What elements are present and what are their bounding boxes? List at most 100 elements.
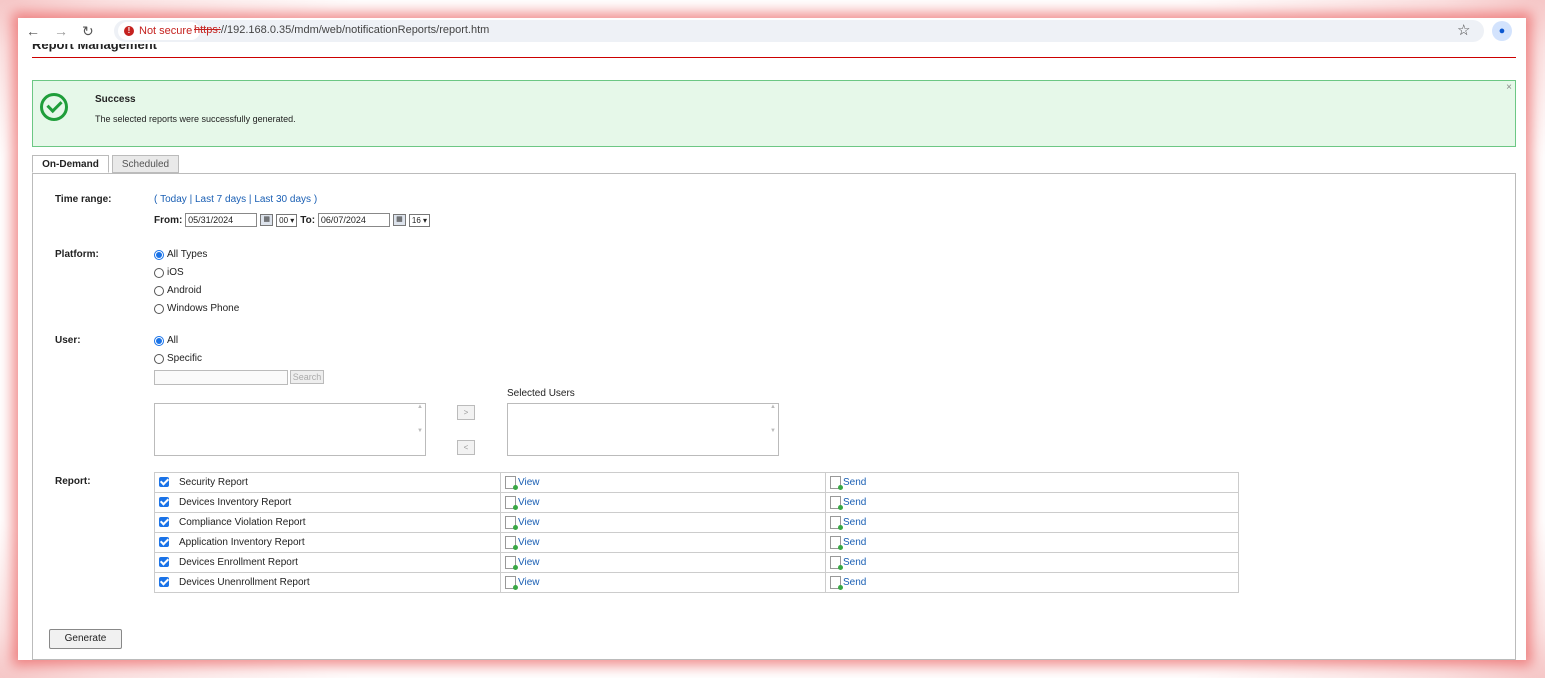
option-label: Windows Phone	[167, 303, 240, 314]
view-report-icon[interactable]	[505, 576, 518, 590]
table-row: Security Report View Send	[154, 472, 1239, 493]
warning-icon: !	[124, 26, 134, 36]
table-row: Devices Inventory Report View Send	[154, 492, 1239, 513]
view-report-icon[interactable]	[505, 556, 518, 570]
from-date-input[interactable]: 05/31/2024	[185, 213, 258, 227]
separator: |	[248, 194, 252, 205]
report-name: Devices Inventory Report	[179, 497, 292, 508]
to-hour-select[interactable]: 16 ▾	[408, 213, 431, 227]
scrollbar[interactable]: ▲ ▼	[768, 404, 778, 455]
send-link[interactable]: Send	[843, 497, 866, 508]
table-row: Compliance Violation Report View Send	[154, 512, 1239, 533]
radio-icon[interactable]	[154, 249, 164, 260]
view-report-icon[interactable]	[505, 476, 518, 490]
report-name-cell: Compliance Violation Report	[154, 512, 501, 533]
report-name: Devices Enrollment Report	[179, 557, 298, 568]
url-protocol: https:	[194, 24, 221, 36]
send-report-icon[interactable]	[830, 516, 843, 530]
url-path: //192.168.0.35/mdm/web/notificationRepor…	[220, 24, 490, 36]
date-range-row: From: 05/31/2024 ▦ 00 ▾ To: 06/07/2024 ▦…	[154, 213, 433, 227]
view-link[interactable]: View	[518, 517, 540, 528]
user-search-input[interactable]	[154, 370, 288, 385]
title-divider	[32, 57, 1516, 58]
profile-avatar-icon[interactable]: ●	[1492, 21, 1512, 41]
send-report-icon[interactable]	[830, 496, 843, 510]
report-checkbox[interactable]	[159, 477, 169, 488]
platform-option-all-types[interactable]: All Types	[154, 249, 207, 260]
last-7-days-link[interactable]: Last 7 days	[195, 194, 246, 205]
radio-icon[interactable]	[154, 267, 164, 278]
view-link[interactable]: View	[518, 477, 540, 488]
view-link[interactable]: View	[518, 577, 540, 588]
send-report-icon[interactable]	[830, 556, 843, 570]
report-checkbox[interactable]	[159, 577, 169, 588]
radio-icon[interactable]	[154, 303, 164, 314]
radio-icon[interactable]	[154, 285, 164, 296]
tab-scheduled[interactable]: Scheduled	[112, 155, 179, 173]
view-link[interactable]: View	[518, 497, 540, 508]
from-hour-select[interactable]: 00 ▾	[276, 213, 298, 227]
send-link[interactable]: Send	[843, 557, 866, 568]
user-option-all[interactable]: All	[154, 335, 178, 346]
selected-users-list[interactable]: ▲ ▼	[507, 403, 779, 456]
to-date-input[interactable]: 06/07/2024	[317, 213, 390, 227]
view-cell: View	[500, 472, 826, 493]
scrollbar[interactable]: ▲ ▼	[415, 404, 425, 455]
report-checkbox[interactable]	[159, 557, 169, 568]
platform-option-android[interactable]: Android	[154, 285, 201, 296]
search-button[interactable]: Search	[290, 370, 324, 384]
report-name-cell: Security Report	[154, 472, 501, 493]
forward-arrow-icon[interactable]: →	[54, 22, 68, 40]
tab-on-demand[interactable]: On-Demand	[32, 155, 109, 173]
view-report-icon[interactable]	[505, 496, 518, 510]
success-check-icon	[40, 93, 68, 121]
radio-icon[interactable]	[154, 335, 164, 346]
bookmark-star-icon[interactable]: ☆	[1457, 21, 1470, 39]
send-report-icon[interactable]	[830, 576, 843, 590]
send-link[interactable]: Send	[843, 517, 866, 528]
back-arrow-icon[interactable]: ←	[26, 22, 40, 40]
last-30-days-link[interactable]: Last 30 days	[254, 194, 311, 205]
table-row: Devices Enrollment Report View Send	[154, 552, 1239, 573]
generate-button[interactable]: Generate	[49, 629, 122, 649]
send-report-icon[interactable]	[830, 536, 843, 550]
send-link[interactable]: Send	[843, 537, 866, 548]
report-checkbox[interactable]	[159, 537, 169, 548]
to-label: To:	[300, 214, 316, 226]
report-name-cell: Devices Inventory Report	[154, 492, 501, 513]
report-checkbox[interactable]	[159, 517, 169, 528]
url-text[interactable]: https://192.168.0.35/mdm/web/notificatio…	[194, 24, 489, 36]
security-chip[interactable]: ! Not secure	[118, 22, 201, 40]
from-calendar-icon[interactable]: ▦	[260, 214, 274, 226]
view-report-icon[interactable]	[505, 536, 518, 550]
view-link[interactable]: View	[518, 537, 540, 548]
address-bar[interactable]: ! Not secure https://192.168.0.35/mdm/we…	[114, 20, 1484, 42]
to-calendar-icon[interactable]: ▦	[392, 214, 406, 226]
table-row: Devices Unenrollment Report View Send	[154, 572, 1239, 593]
send-link[interactable]: Send	[843, 577, 866, 588]
security-label: Not secure	[139, 25, 193, 37]
report-checkbox[interactable]	[159, 497, 169, 508]
reload-icon[interactable]: ↻	[82, 22, 94, 40]
available-users-list[interactable]: ▲ ▼	[154, 403, 426, 456]
add-user-button[interactable]: >	[457, 405, 475, 420]
view-report-icon[interactable]	[505, 516, 518, 530]
platform-option-windows-phone[interactable]: Windows Phone	[154, 303, 239, 314]
send-link[interactable]: Send	[843, 477, 866, 488]
view-link[interactable]: View	[518, 557, 540, 568]
send-cell: Send	[825, 472, 1239, 493]
today-link[interactable]: Today	[160, 194, 187, 205]
platform-option-ios[interactable]: iOS	[154, 267, 184, 278]
from-hour-value: 00	[279, 215, 289, 225]
report-name: Compliance Violation Report	[179, 517, 306, 528]
page-title: Report Management	[32, 44, 157, 52]
option-label: All Types	[167, 249, 208, 260]
send-report-icon[interactable]	[830, 476, 843, 490]
remove-user-button[interactable]: <	[457, 440, 475, 455]
send-cell: Send	[825, 552, 1239, 573]
to-hour-value: 16	[411, 215, 421, 225]
report-name-cell: Application Inventory Report	[154, 532, 501, 553]
alert-close-icon[interactable]: ×	[1506, 82, 1512, 93]
radio-icon[interactable]	[154, 353, 164, 364]
user-option-specific[interactable]: Specific	[154, 353, 202, 364]
